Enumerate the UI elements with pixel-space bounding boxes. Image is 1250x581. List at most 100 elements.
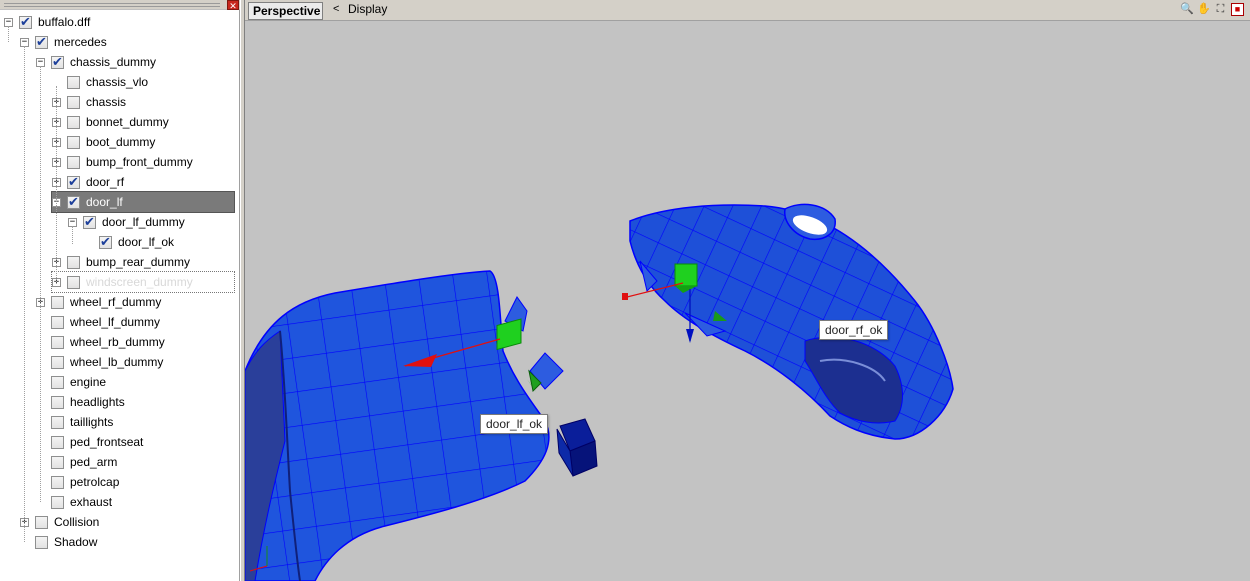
visibility-checkbox[interactable] — [83, 214, 96, 230]
visibility-checkbox[interactable] — [51, 355, 64, 369]
visibility-checkbox[interactable] — [51, 335, 64, 349]
tree-node-label[interactable]: Collision — [52, 514, 101, 530]
hand-icon[interactable]: ✋ — [1197, 3, 1211, 16]
tree-node-label[interactable]: ped_arm — [68, 454, 119, 470]
visibility-checkbox[interactable] — [51, 395, 64, 409]
tree-node-label[interactable]: bonnet_dummy — [84, 114, 171, 130]
visibility-checkbox[interactable] — [35, 535, 48, 549]
tree-node[interactable]: −door_lf_dummy — [68, 212, 187, 232]
tree-node[interactable]: chassis_vlo — [52, 72, 150, 92]
visibility-checkbox[interactable] — [51, 375, 64, 389]
tree-node[interactable]: petrolcap — [36, 472, 121, 492]
tree-node-label[interactable]: mercedes — [52, 34, 109, 50]
tab-perspective[interactable]: Perspective — [248, 2, 323, 20]
visibility-checkbox[interactable] — [35, 515, 48, 529]
tree-node-label[interactable]: wheel_lf_dummy — [68, 314, 162, 330]
tree-node-label[interactable]: bump_front_dummy — [84, 154, 195, 170]
tree-node[interactable]: −chassis_dummy — [36, 52, 158, 72]
tree-connector — [56, 86, 57, 282]
tree-node-label[interactable]: headlights — [68, 394, 127, 410]
tree-node[interactable]: ped_frontseat — [36, 432, 145, 452]
tree-node[interactable]: wheel_rb_dummy — [36, 332, 167, 352]
titlebar-grip — [4, 3, 220, 4]
tree-node[interactable]: + boot_dummy — [52, 132, 157, 152]
visibility-checkbox[interactable] — [51, 54, 64, 70]
scene-render — [245, 203, 954, 581]
tree-node-label[interactable]: taillights — [68, 414, 115, 430]
close-view-icon[interactable]: ■ — [1231, 3, 1244, 16]
tree-node[interactable]: ped_arm — [36, 452, 119, 472]
visibility-checkbox[interactable] — [19, 14, 32, 30]
tree-node[interactable]: + Collision — [20, 512, 101, 532]
tree-node-label[interactable]: engine — [68, 374, 108, 390]
visibility-checkbox[interactable] — [51, 495, 64, 509]
tree-node-label[interactable]: door_rf — [84, 174, 126, 190]
visibility-checkbox[interactable] — [67, 75, 80, 89]
tree-node[interactable]: taillights — [36, 412, 115, 432]
visibility-checkbox[interactable] — [35, 34, 48, 50]
tree-node[interactable]: + bump_rear_dummy — [52, 252, 192, 272]
visibility-checkbox[interactable] — [51, 415, 64, 429]
display-menu[interactable]: Display — [348, 2, 387, 16]
zoom-icon[interactable]: 🔍 — [1180, 3, 1194, 16]
panel-close-icon[interactable]: ✕ — [227, 0, 239, 11]
tree-node[interactable]: wheel_lb_dummy — [36, 352, 165, 372]
tree-node[interactable]: Shadow — [20, 532, 99, 552]
visibility-checkbox[interactable] — [51, 315, 64, 329]
tree-node[interactable]: door_lf_ok — [84, 232, 176, 252]
tree-node-label[interactable]: wheel_rb_dummy — [68, 334, 167, 350]
hierarchy-panel: ✕ −buffalo.dff−mercedes−chassis_dummycha… — [0, 0, 240, 581]
visibility-checkbox[interactable] — [51, 455, 64, 469]
tree-node[interactable]: −door_lf — [51, 191, 235, 213]
visibility-checkbox[interactable] — [51, 295, 64, 309]
visibility-checkbox[interactable] — [67, 115, 80, 129]
tree-node-label[interactable]: chassis_vlo — [84, 74, 150, 90]
panel-titlebar[interactable]: ✕ — [0, 0, 240, 11]
visibility-checkbox[interactable] — [51, 435, 64, 449]
visibility-checkbox[interactable] — [99, 234, 112, 250]
visibility-checkbox[interactable] — [67, 135, 80, 149]
door-rf-mesh[interactable] — [622, 203, 954, 440]
tree-node-label[interactable]: Shadow — [52, 534, 99, 550]
tree-node[interactable]: +door_rf — [52, 172, 126, 192]
tree-node-label[interactable]: door_lf — [84, 194, 125, 210]
tree-node-label[interactable]: petrolcap — [68, 474, 121, 490]
tree-node-label[interactable]: bump_rear_dummy — [84, 254, 192, 270]
3d-scene[interactable]: door_lf_ok door_rf_ok — [245, 21, 1250, 581]
tree-node[interactable]: engine — [36, 372, 108, 392]
tree-node-label[interactable]: door_lf_ok — [116, 234, 176, 250]
tree-node[interactable]: wheel_lf_dummy — [36, 312, 162, 332]
visibility-checkbox[interactable] — [51, 475, 64, 489]
visibility-checkbox[interactable] — [67, 275, 80, 289]
tree-node-label[interactable]: chassis — [84, 94, 128, 110]
tree-node-label[interactable]: exhaust — [68, 494, 114, 510]
visibility-checkbox[interactable] — [67, 95, 80, 109]
visibility-checkbox[interactable] — [67, 155, 80, 169]
tree-node[interactable]: + wheel_rf_dummy — [36, 292, 163, 312]
tree-node-label[interactable]: boot_dummy — [84, 134, 157, 150]
visibility-checkbox[interactable] — [67, 255, 80, 269]
visibility-checkbox[interactable] — [67, 174, 80, 190]
tree-node[interactable]: −buffalo.dff — [4, 12, 92, 32]
tree-node[interactable]: −mercedes — [20, 32, 109, 52]
tree-node-label[interactable]: windscreen_dummy — [84, 274, 195, 290]
tree-node[interactable]: + bump_front_dummy — [52, 152, 195, 172]
visibility-checkbox[interactable] — [67, 194, 80, 210]
tree-node[interactable]: + chassis — [52, 92, 128, 112]
tree-node[interactable]: headlights — [36, 392, 127, 412]
tree-node-label[interactable]: wheel_lb_dummy — [68, 354, 165, 370]
tree-node-label[interactable]: wheel_rf_dummy — [68, 294, 163, 310]
tree-node[interactable]: + bonnet_dummy — [52, 112, 171, 132]
tree-node-label[interactable]: door_lf_dummy — [100, 214, 187, 230]
tree-node-label[interactable]: ped_frontseat — [68, 434, 145, 450]
viewport: Perspective < Display 🔍 ✋ ⛶ ■ door_lf_ok… — [245, 0, 1250, 581]
app-window: ✕ −buffalo.dff−mercedes−chassis_dummycha… — [0, 0, 1250, 581]
tree-connector — [40, 66, 41, 502]
tree-node-label[interactable]: buffalo.dff — [36, 14, 92, 30]
fit-icon[interactable]: ⛶ — [1214, 3, 1227, 16]
tree-node[interactable]: + windscreen_dummy — [51, 271, 235, 293]
tree-node[interactable]: exhaust — [36, 492, 114, 512]
tree-node-label[interactable]: chassis_dummy — [68, 54, 158, 70]
back-button[interactable]: < — [333, 3, 339, 15]
tree-connector — [24, 46, 25, 542]
